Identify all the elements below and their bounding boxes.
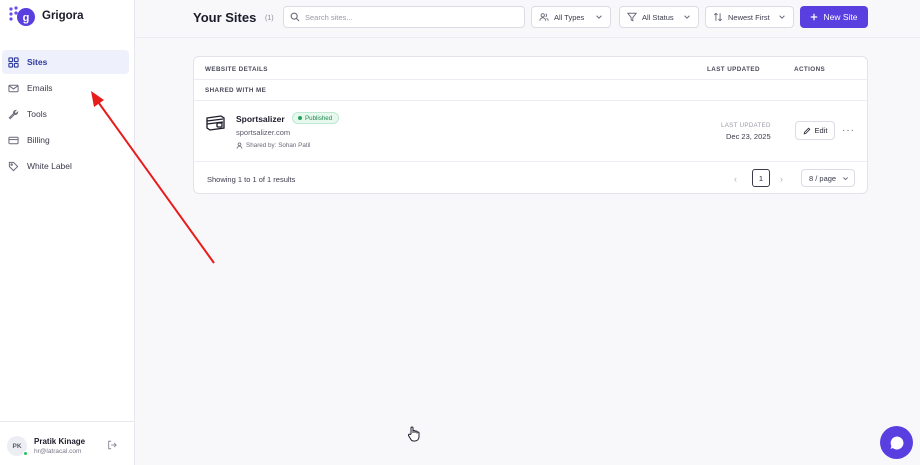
grigora-logo-icon: g [9,6,35,26]
chat-widget-button[interactable] [880,426,913,459]
svg-text:g: g [23,12,30,24]
credit-card-icon [8,136,19,144]
mail-icon [8,84,19,92]
wrench-icon [8,109,19,119]
online-status-dot [23,451,28,456]
sidebar-item-label: White Label [27,161,72,171]
edit-button[interactable]: Edit [795,121,835,140]
status-badge: Published [292,112,340,124]
type-filter-value: All Types [554,12,585,22]
per-page-value: 8 / page [809,173,837,183]
column-header-actions: ACTIONS [794,66,826,73]
brand-name: Grigora [42,10,84,22]
logout-icon[interactable] [107,440,117,450]
status-badge-label: Published [305,114,333,122]
pagination-next-button[interactable]: › [780,174,783,184]
last-updated-label: LAST UPDATED [721,122,771,129]
status-dot [298,116,302,120]
results-summary: Showing 1 to 1 of 1 results [207,175,296,184]
avatar-initials: PK [12,442,22,450]
sidebar-item-sites[interactable]: Sites [2,50,129,74]
search-input[interactable] [305,12,505,22]
shared-by: Shared by: Sohan Patil [236,142,310,149]
sidebar-item-label: Sites [27,57,48,67]
more-options-icon[interactable]: ··· [842,125,855,136]
filter-icon [627,12,637,22]
edit-label: Edit [814,126,828,135]
chevron-down-icon [843,176,849,180]
sort-icon [713,12,723,22]
new-site-label: New Site [823,12,858,22]
chevron-down-icon [596,15,602,19]
divider [194,79,867,80]
last-updated-date: Dec 23, 2025 [726,132,771,141]
brand-logo[interactable]: g Grigora [8,5,84,27]
page-title: Your Sites [193,10,257,25]
user-icon [236,142,243,149]
status-filter-value: All Status [642,12,674,22]
plus-icon [811,13,818,21]
divider [194,161,867,162]
new-site-button[interactable]: New Site [800,6,868,28]
chevron-down-icon [684,15,690,19]
shared-by-text: Shared by: Sohan Patil [246,142,311,149]
hand-pointer-icon [407,426,420,442]
grid-icon [8,56,19,68]
site-name[interactable]: Sportsalizer [236,114,285,124]
page-header: Your Sites (1) All Types All Status Newe… [135,0,920,38]
sidebar-item-label: Emails [27,83,53,93]
type-filter-dropdown[interactable]: All Types [531,6,611,28]
users-icon [539,13,549,21]
sidebar-item-label: Tools [27,109,47,119]
chat-bubble-icon [890,436,903,449]
sites-table: WEBSITE DETAILS LAST UPDATED ACTIONS SHA… [193,56,868,194]
sort-value: Newest First [728,12,770,22]
per-page-select[interactable]: 8 / page [801,169,855,187]
site-url[interactable]: sportsalizer.com [236,128,290,137]
annotation-arrow [91,91,215,264]
user-name: Pratik Kinage [34,437,86,446]
status-filter-dropdown[interactable]: All Status [619,6,699,28]
user-email: hr@latracal.com [34,448,82,455]
pagination-page-1[interactable]: 1 [752,169,770,187]
pencil-icon [803,127,810,134]
search-box[interactable] [283,6,525,28]
pagination-prev-button[interactable]: ‹ [734,174,737,184]
column-header-last-updated: LAST UPDATED [707,66,760,73]
avatar: PK [7,436,28,456]
column-header-website-details: WEBSITE DETAILS [205,66,268,73]
search-icon [290,12,300,22]
chevron-down-icon [779,15,785,19]
site-count: (1) [265,15,274,22]
sidebar-item-label: Billing [27,135,50,145]
user-profile[interactable]: PK Pratik Kinage hr@latracal.com [0,421,135,465]
sort-dropdown[interactable]: Newest First [705,6,794,28]
tag-icon [8,161,19,171]
divider [194,100,867,101]
